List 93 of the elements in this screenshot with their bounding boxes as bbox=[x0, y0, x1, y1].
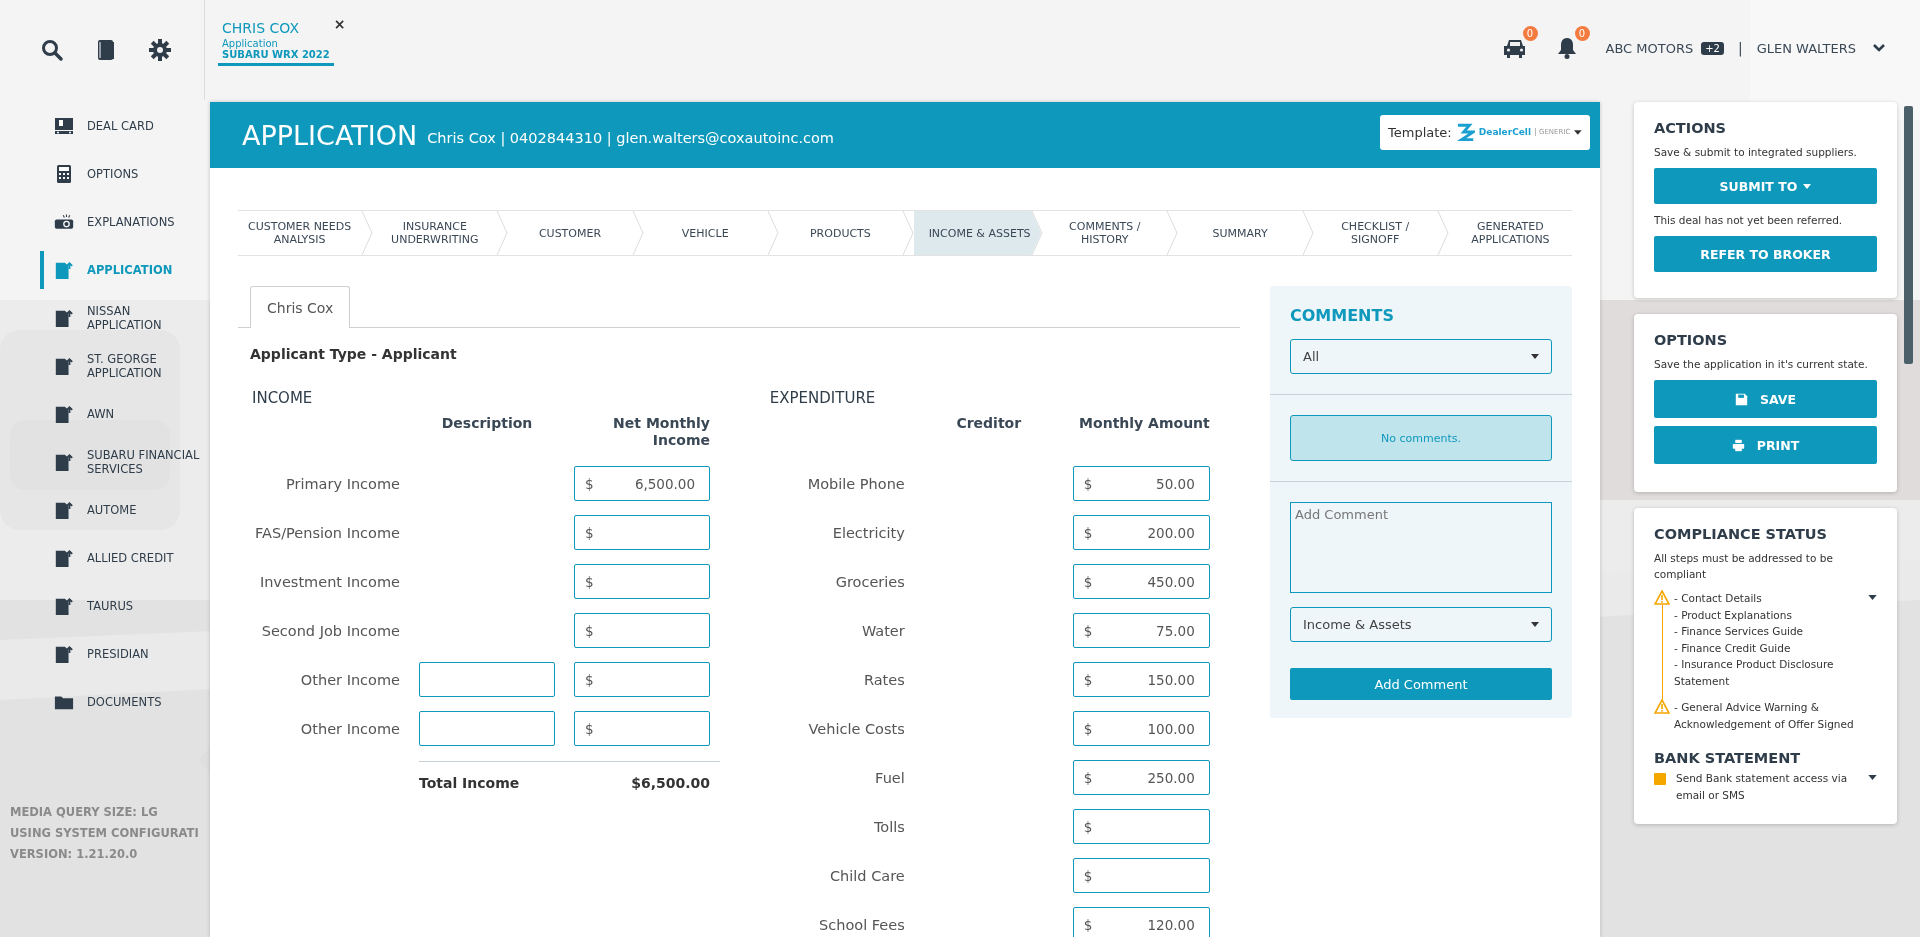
version-info: USING SYSTEM CONFIGURATI bbox=[10, 825, 200, 842]
step-tab[interactable]: CHECKLIST / SIGNOFF bbox=[1313, 211, 1437, 255]
row-label: Mobile Phone bbox=[806, 474, 905, 494]
row-label: Second Job Income bbox=[260, 621, 400, 641]
amount-field[interactable]: $ 150.00 bbox=[1072, 662, 1210, 697]
separator: | bbox=[1737, 40, 1743, 56]
amount-field[interactable]: $ bbox=[574, 711, 710, 746]
row-label: Investment Income bbox=[258, 572, 400, 592]
compliance-item: - Insurance Product Disclosure Statement bbox=[1674, 657, 1835, 689]
step-tab[interactable]: CUSTOMER bbox=[508, 211, 632, 255]
bank-statement-item: Send Bank statement access via email or SMS bbox=[1676, 771, 1849, 803]
customer-details: Chris Cox | 0402844310 | glen.walters@coxautoinc.com bbox=[427, 130, 834, 146]
close-button[interactable]: × bbox=[333, 16, 346, 32]
applicant-type: Applicant Type - Applicant bbox=[249, 345, 458, 362]
sidebar-item[interactable]: TAURUS bbox=[0, 582, 210, 630]
sidebar-item[interactable]: SUBARU FINANCIAL SERVICES bbox=[0, 438, 210, 486]
row-label: Tolls bbox=[872, 817, 905, 837]
amount-field[interactable]: $ 120.00 bbox=[1072, 907, 1210, 937]
compliance-item: - Finance Services Guide bbox=[1674, 624, 1805, 639]
amount-field[interactable]: $ 75.00 bbox=[1072, 613, 1210, 648]
row-label: Child Care bbox=[829, 866, 905, 886]
amount-field[interactable]: $ 250.00 bbox=[1072, 760, 1210, 795]
step-tab[interactable]: INSURANCE UNDERWRITING bbox=[373, 211, 497, 255]
total-label: Total Income bbox=[419, 775, 520, 791]
amount-field[interactable]: $ 100.00 bbox=[1072, 711, 1210, 746]
sidebar-item[interactable]: DOCUMENTS bbox=[0, 678, 210, 726]
sidebar-item[interactable]: OPTIONS bbox=[0, 150, 210, 198]
sidebar-item[interactable]: AWN bbox=[0, 390, 210, 438]
compliance-item: - Contact Details bbox=[1674, 591, 1763, 606]
version-info: VERSION: 1.21.20.0 bbox=[10, 846, 139, 863]
amount-field[interactable]: $ 200.00 bbox=[1072, 515, 1210, 550]
section-dropdown[interactable]: Income & Assets bbox=[1290, 607, 1552, 642]
card-text: All steps must be addressed to be compliant bbox=[1654, 551, 1834, 582]
sidebar-item[interactable]: EXPLANATIONS bbox=[0, 198, 210, 246]
step-tab[interactable]: GENERATED APPLICATIONS bbox=[1448, 211, 1573, 255]
card-title: BANK STATEMENT bbox=[1654, 750, 1802, 766]
section-title: INCOME bbox=[251, 389, 314, 407]
row-label: Rates bbox=[862, 670, 905, 690]
sidebar-item[interactable]: ALLIED CREDIT bbox=[0, 534, 210, 582]
sidebar-item[interactable]: ST. GEORGE APPLICATION bbox=[0, 342, 210, 390]
row-label: FAS/Pension Income bbox=[254, 523, 400, 543]
sidebar-item[interactable]: NISSAN APPLICATION bbox=[0, 294, 210, 342]
step-tab[interactable]: SUMMARY bbox=[1178, 211, 1302, 255]
amount-field[interactable]: $ bbox=[574, 564, 710, 599]
row-label: Groceries bbox=[834, 572, 905, 592]
amount-field[interactable]: $ bbox=[1072, 858, 1210, 893]
row-label: School Fees bbox=[818, 915, 905, 935]
empty-message: No comments. bbox=[1290, 415, 1552, 461]
row-label: Vehicle Costs bbox=[807, 719, 905, 739]
column-header: Description bbox=[440, 414, 534, 433]
step-tab[interactable]: VEHICLE bbox=[643, 211, 767, 255]
card-title: OPTIONS bbox=[1654, 332, 1729, 348]
panel-title: COMMENTS bbox=[1290, 306, 1395, 325]
row-label: Other Income bbox=[299, 719, 400, 739]
row-label: Fuel bbox=[874, 768, 905, 788]
amount-field[interactable]: $ bbox=[574, 515, 710, 550]
user-name[interactable]: GLEN WALTERS bbox=[1756, 40, 1856, 56]
total-value: $6,500.00 bbox=[631, 775, 710, 791]
amount-field[interactable]: $ bbox=[574, 662, 710, 697]
step-tab[interactable]: INCOME & ASSETS bbox=[914, 211, 1042, 255]
row-label: Other Income bbox=[299, 670, 400, 690]
card-text: Save the application in it's current state. bbox=[1654, 357, 1869, 372]
comment-field[interactable]: Add Comment bbox=[1290, 502, 1552, 593]
page-title: APPLICATION bbox=[242, 119, 418, 151]
step-tab[interactable]: COMMENTS / HISTORY bbox=[1043, 211, 1167, 255]
filter-dropdown[interactable]: All bbox=[1290, 339, 1552, 374]
version-info: MEDIA QUERY SIZE: LG bbox=[10, 804, 159, 821]
amount-field[interactable]: $ 50.00 bbox=[1072, 466, 1210, 501]
compliance-item: - Finance Credit Guide bbox=[1674, 640, 1792, 656]
step-tab[interactable]: PRODUCTS bbox=[778, 211, 902, 255]
column-header: Net Monthly Income bbox=[612, 414, 710, 450]
dealer-name[interactable]: ABC MOTORS bbox=[1605, 40, 1694, 56]
row-label: Primary Income bbox=[285, 474, 400, 494]
compliance-item: - General Advice Warning & Acknowledgement of Offer Signed bbox=[1674, 700, 1855, 732]
amount-field[interactable]: $ 450.00 bbox=[1072, 564, 1210, 599]
sidebar-item[interactable]: AUTOME bbox=[0, 486, 210, 534]
sidebar-item[interactable]: PRESIDIAN bbox=[0, 630, 210, 678]
step-tab[interactable]: CUSTOMER NEEDS ANALYSIS bbox=[238, 211, 362, 255]
amount-field[interactable]: $ bbox=[574, 613, 710, 648]
card-title: ACTIONS bbox=[1654, 120, 1728, 136]
column-header: Monthly Amount bbox=[1078, 414, 1210, 433]
card-title: COMPLIANCE STATUS bbox=[1654, 526, 1829, 542]
row-label: Water bbox=[860, 621, 905, 641]
card-text: This deal has not yet been referred. bbox=[1654, 213, 1844, 228]
compliance-item: - Product Explanations bbox=[1674, 607, 1793, 623]
column-header: Creditor bbox=[955, 414, 1023, 433]
card-text: Save & submit to integrated suppliers. bbox=[1654, 145, 1858, 160]
section-title: EXPENDITURE bbox=[768, 389, 877, 407]
row-label: Electricity bbox=[831, 523, 905, 543]
amount-field[interactable]: $ 6,500.00 bbox=[574, 466, 710, 501]
sidebar-item[interactable]: DEAL CARD bbox=[0, 102, 210, 150]
amount-field[interactable]: $ bbox=[1072, 809, 1210, 844]
applicant-tab[interactable]: Chris Cox bbox=[250, 286, 351, 328]
